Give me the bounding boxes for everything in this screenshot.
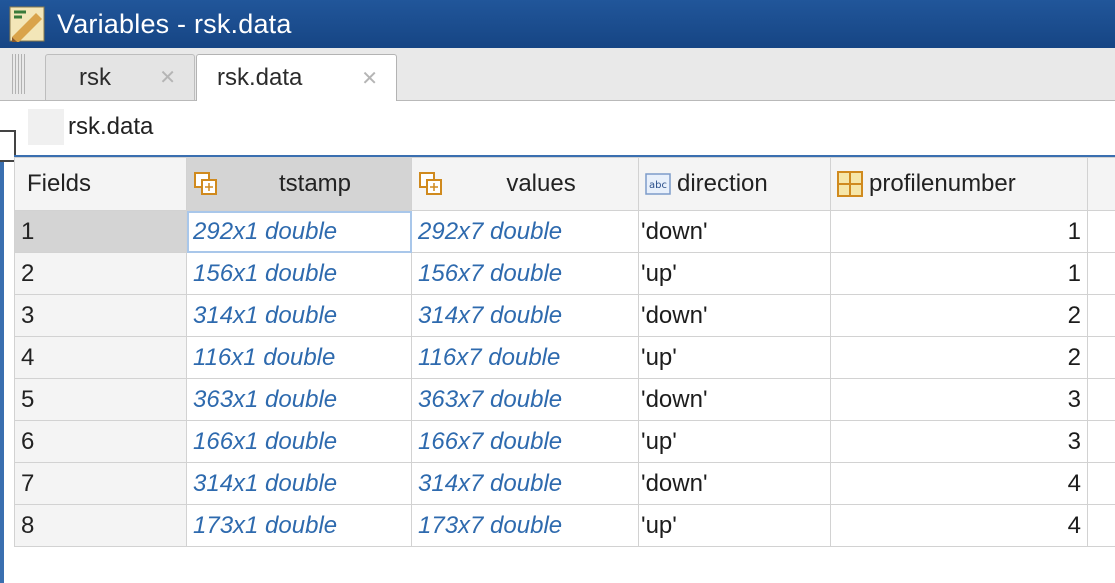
table-row[interactable]: 5 363x1 double 363x7 double'down' 3 bbox=[14, 378, 1115, 421]
struct-array-icon bbox=[28, 109, 64, 145]
empty-cell bbox=[1087, 252, 1115, 295]
tstamp-cell[interactable]: 116x1 double bbox=[186, 336, 412, 379]
row-index-cell[interactable]: 7 bbox=[14, 462, 187, 505]
values-cell[interactable]: 156x7 double bbox=[411, 252, 639, 295]
cell-array-icon bbox=[419, 172, 442, 195]
table-row[interactable]: 8 173x1 double 173x7 double'up' 4 bbox=[14, 504, 1115, 547]
column-header-direction[interactable]: abc direction bbox=[638, 157, 831, 211]
table-row[interactable]: 2 156x1 double 156x7 double'up' 1 bbox=[14, 252, 1115, 295]
column-header-values[interactable]: values bbox=[411, 157, 639, 211]
profilenumber-cell[interactable]: 2 bbox=[830, 336, 1088, 379]
tab-label: rsk.data bbox=[217, 64, 303, 91]
profilenumber-cell[interactable]: 3 bbox=[830, 378, 1088, 421]
direction-cell[interactable]: 'down' bbox=[638, 210, 831, 253]
panel-focus-strip bbox=[0, 101, 4, 583]
row-index-cell[interactable]: 8 bbox=[14, 504, 187, 547]
profilenumber-cell[interactable]: 2 bbox=[830, 294, 1088, 337]
close-icon[interactable]: ✕ bbox=[159, 65, 176, 90]
svg-text:abc: abc bbox=[649, 180, 667, 191]
tstamp-cell[interactable]: 314x1 double bbox=[186, 462, 412, 505]
row-index-cell[interactable]: 2 bbox=[14, 252, 187, 295]
values-cell[interactable]: 292x7 double bbox=[411, 210, 639, 253]
values-cell[interactable]: 173x7 double bbox=[411, 504, 639, 547]
numeric-grid-icon bbox=[837, 171, 863, 197]
table-row[interactable]: 6 166x1 double 166x7 double'up' 3 bbox=[14, 420, 1115, 463]
profilenumber-cell[interactable]: 1 bbox=[830, 210, 1088, 253]
variables-editor-window: Variables - rsk.data rsk ✕ rsk.data ✕ rs… bbox=[0, 0, 1115, 583]
column-header-tstamp[interactable]: tstamp bbox=[186, 157, 412, 211]
direction-cell[interactable]: 'down' bbox=[638, 378, 831, 421]
table-row[interactable]: 4 116x1 double 116x7 double'up' 2 bbox=[14, 336, 1115, 379]
empty-cell bbox=[1087, 336, 1115, 379]
empty-cell bbox=[1087, 504, 1115, 547]
tab-rsk[interactable]: rsk ✕ bbox=[45, 54, 195, 100]
direction-cell[interactable]: 'down' bbox=[638, 294, 831, 337]
row-index-cell[interactable]: 4 bbox=[14, 336, 187, 379]
window-title: Variables - rsk.data bbox=[57, 8, 292, 39]
table-header-row: Fields tstamp values abc direction profi… bbox=[14, 157, 1115, 211]
abc-text-icon: abc bbox=[645, 173, 671, 195]
tstamp-cell[interactable]: 166x1 double bbox=[186, 420, 412, 463]
profilenumber-cell[interactable]: 1 bbox=[830, 252, 1088, 295]
tstamp-cell[interactable]: 292x1 double bbox=[186, 210, 412, 253]
table-row[interactable]: 7 314x1 double 314x7 double'down' 4 bbox=[14, 462, 1115, 505]
values-cell[interactable]: 166x7 double bbox=[411, 420, 639, 463]
column-header-profilenumber[interactable]: profilenumber bbox=[830, 157, 1088, 211]
values-cell[interactable]: 314x7 double bbox=[411, 462, 639, 505]
direction-cell[interactable]: 'up' bbox=[638, 420, 831, 463]
column-header-label: direction bbox=[677, 170, 768, 197]
profilenumber-cell[interactable]: 4 bbox=[830, 504, 1088, 547]
row-index-cell[interactable]: 6 bbox=[14, 420, 187, 463]
variable-path: rsk.data bbox=[68, 113, 154, 140]
cell-array-icon bbox=[194, 172, 217, 195]
profilenumber-cell[interactable]: 3 bbox=[830, 420, 1088, 463]
column-header-label: tstamp bbox=[278, 170, 352, 197]
row-header-title[interactable]: Fields bbox=[14, 157, 187, 211]
tab-rsk-data[interactable]: rsk.data ✕ bbox=[196, 54, 397, 101]
tstamp-cell[interactable]: 314x1 double bbox=[186, 294, 412, 337]
direction-cell[interactable]: 'up' bbox=[638, 504, 831, 547]
row-index-cell[interactable]: 1 bbox=[14, 210, 187, 253]
table-row[interactable]: 3 314x1 double 314x7 double'down' 2 bbox=[14, 294, 1115, 337]
empty-cell bbox=[1087, 420, 1115, 463]
empty-cell bbox=[1087, 462, 1115, 505]
tstamp-cell[interactable]: 156x1 double bbox=[186, 252, 412, 295]
empty-cell bbox=[1087, 210, 1115, 253]
tstamp-cell[interactable]: 173x1 double bbox=[186, 504, 412, 547]
empty-column-header bbox=[1087, 157, 1115, 211]
direction-cell[interactable]: 'up' bbox=[638, 336, 831, 379]
column-header-label: values bbox=[506, 170, 576, 197]
direction-cell[interactable]: 'up' bbox=[638, 252, 831, 295]
title-bar: Variables - rsk.data bbox=[0, 0, 1115, 48]
values-cell[interactable]: 363x7 double bbox=[411, 378, 639, 421]
empty-cell bbox=[1087, 294, 1115, 337]
table-row[interactable]: 1 292x1 double 292x7 double'down' 1 bbox=[14, 210, 1115, 253]
direction-cell[interactable]: 'down' bbox=[638, 462, 831, 505]
values-cell[interactable]: 116x7 double bbox=[411, 336, 639, 379]
tstamp-cell[interactable]: 363x1 double bbox=[186, 378, 412, 421]
row-index-cell[interactable]: 5 bbox=[14, 378, 187, 421]
variable-table[interactable]: Fields tstamp values abc direction profi… bbox=[14, 155, 1115, 583]
profilenumber-cell[interactable]: 4 bbox=[830, 462, 1088, 505]
column-header-label: profilenumber bbox=[869, 170, 1016, 197]
drag-grip-icon[interactable] bbox=[12, 54, 26, 94]
empty-cell bbox=[1087, 378, 1115, 421]
variable-path-bar: rsk.data bbox=[0, 101, 1115, 153]
row-index-cell[interactable]: 3 bbox=[14, 294, 187, 337]
document-tab-bar: rsk ✕ rsk.data ✕ bbox=[0, 48, 1115, 101]
tab-label: rsk bbox=[79, 63, 111, 91]
variable-editor-icon bbox=[9, 6, 45, 42]
close-icon[interactable]: ✕ bbox=[361, 66, 378, 91]
values-cell[interactable]: 314x7 double bbox=[411, 294, 639, 337]
